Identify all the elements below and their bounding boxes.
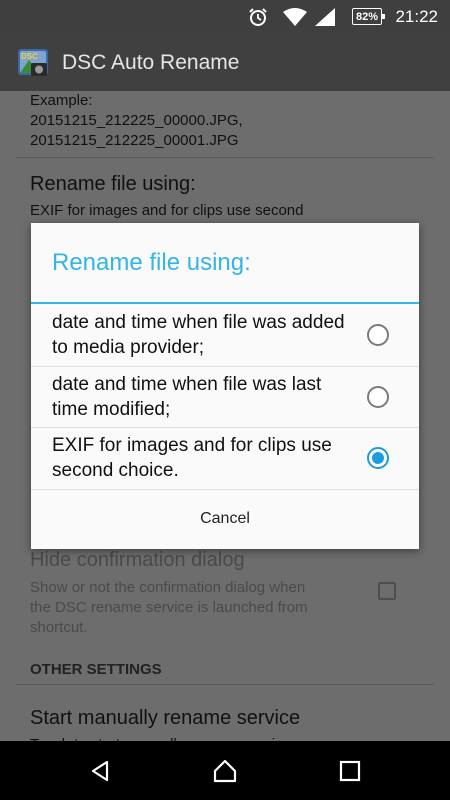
option-label: date and time when file was last time mo…	[52, 374, 322, 420]
app-title: DSC Auto Rename	[62, 51, 240, 74]
radio-button[interactable]	[367, 386, 389, 408]
start-setting-title: Start manually rename service	[30, 707, 301, 729]
navigation-bar	[0, 741, 450, 800]
divider	[16, 684, 434, 685]
dialog-option-exif[interactable]: EXIF for images and for clips use second…	[31, 427, 419, 489]
clock: 21:22	[395, 6, 438, 26]
rename-dialog: Rename file using: date and time when fi…	[31, 223, 419, 549]
battery-level: 82%	[355, 10, 379, 23]
hide-setting-summary: Show or not the confirmation dialog when…	[30, 579, 308, 636]
back-icon[interactable]	[70, 741, 130, 800]
alarm-icon	[247, 0, 269, 33]
recent-apps-icon[interactable]	[320, 741, 380, 800]
option-label: EXIF for images and for clips use second…	[52, 435, 332, 481]
rename-setting-title: Rename file using:	[30, 173, 196, 195]
dialog-option-media-provider[interactable]: date and time when file was added to med…	[31, 304, 419, 366]
example-line-1: 20151215_212225_00000.JPG,	[30, 112, 243, 129]
hide-setting-title: Hide confirmation dialog	[30, 549, 245, 571]
dialog-option-last-modified[interactable]: date and time when file was last time mo…	[31, 366, 419, 428]
status-bar: 82% 21:22	[0, 0, 450, 33]
svg-text:DSC: DSC	[21, 52, 38, 61]
example-line-2: 20151215_212225_00001.JPG	[30, 132, 239, 149]
hide-confirmation-checkbox[interactable]	[378, 582, 396, 600]
example-label: Example:	[30, 92, 93, 109]
cancel-button[interactable]: Cancel	[31, 489, 419, 549]
wifi-icon	[282, 0, 308, 33]
signal-icon	[314, 0, 336, 33]
dialog-title: Rename file using:	[52, 249, 251, 276]
battery-icon: 82%	[352, 8, 385, 25]
radio-button[interactable]	[367, 324, 389, 346]
option-label: date and time when file was added to med…	[52, 312, 345, 358]
radio-button-selected[interactable]	[367, 447, 389, 469]
rename-setting-summary: EXIF for images and for clips use second	[30, 202, 304, 219]
home-icon[interactable]	[195, 741, 255, 800]
divider	[16, 157, 434, 158]
other-settings-header: OTHER SETTINGS	[30, 661, 162, 678]
camera-logo-icon: DSC	[17, 46, 49, 78]
